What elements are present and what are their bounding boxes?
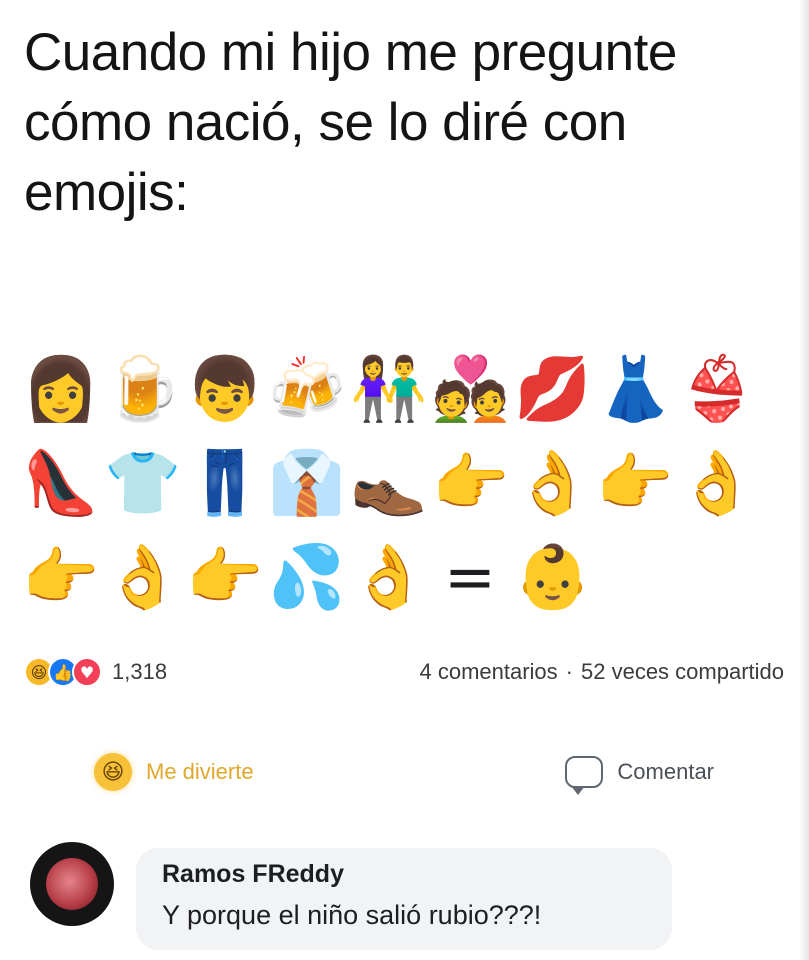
pointing-right-emoji: 👉 bbox=[186, 540, 264, 613]
action-bar: 😆 Me divierte Comentar bbox=[24, 742, 784, 802]
post-stats: 4 comentarios · 52 veces compartido bbox=[419, 659, 784, 685]
pointing-right-emoji: 👉 bbox=[22, 540, 100, 613]
window-edge bbox=[799, 0, 809, 960]
blond-baby-emoji: 👶 bbox=[514, 540, 592, 613]
ok-hand-emoji: 👌 bbox=[104, 540, 182, 613]
comment-button[interactable]: Comentar bbox=[495, 756, 784, 795]
post-title: Cuando mi hijo me pregunte cómo nació, s… bbox=[24, 23, 677, 222]
jeans-emoji: 👖 bbox=[186, 446, 264, 519]
couple-emoji: 👫 bbox=[350, 352, 428, 425]
haha-icon: 😆 bbox=[94, 753, 132, 791]
necktie-emoji: 👔 bbox=[268, 446, 346, 519]
ok-hand-emoji: 👌 bbox=[350, 540, 428, 613]
emoji-row-3: 👉 👌 👉 💦 👌 = 👶 bbox=[22, 530, 792, 624]
clinking-beers-emoji: 🍻 bbox=[268, 352, 346, 425]
tshirt-emoji: 👕 bbox=[104, 446, 182, 519]
emoji-row-2: 👠 👕 👖 👔 👞 👉 👌 👉 👌 bbox=[22, 436, 792, 530]
avatar[interactable] bbox=[30, 842, 114, 926]
ok-hand-emoji: 👌 bbox=[678, 446, 756, 519]
ok-hand-emoji: 👌 bbox=[514, 446, 592, 519]
high-heel-emoji: 👠 bbox=[22, 446, 100, 519]
haha-reaction-button[interactable]: 😆 Me divierte bbox=[24, 753, 324, 791]
equals-sign: = bbox=[444, 540, 496, 613]
comment-label: Comentar bbox=[617, 759, 714, 784]
emoji-row-1: 👩 🍺 👦 🍻 👫 💑 💋 👗 👙 bbox=[22, 342, 792, 436]
love-reaction-icon: ♥ bbox=[72, 657, 102, 687]
dress-emoji: 👗 bbox=[596, 352, 674, 425]
kiss-lips-emoji: 💋 bbox=[514, 352, 592, 425]
beer-mug-emoji: 🍺 bbox=[104, 352, 182, 425]
bikini-emoji: 👙 bbox=[678, 352, 756, 425]
reaction-icons[interactable]: 😆 👍 ♥ bbox=[24, 657, 102, 687]
boy-emoji: 👦 bbox=[186, 352, 264, 425]
emoji-story: 👩 🍺 👦 🍻 👫 💑 💋 👗 👙 👠 👕 👖 👔 👞 👉 👌 👉 👌 👉 👌 👉 💦 👌 = 👶 bbox=[22, 342, 792, 624]
reactions-bar: 😆 👍 ♥ 1,318 4 comentarios · 52 veces com… bbox=[24, 650, 784, 694]
comment-text: Y porque el niño salió rubio???! bbox=[162, 900, 542, 930]
stats-separator: · bbox=[565, 659, 573, 684]
pointing-right-emoji: 👉 bbox=[596, 446, 674, 519]
comment-bubble: Ramos FReddy Y porque el niño salió rubi… bbox=[136, 848, 672, 950]
shoes-emoji: 👞 bbox=[350, 446, 428, 519]
avatar-image bbox=[46, 858, 98, 910]
comment-item: Ramos FReddy Y porque el niño salió rubi… bbox=[24, 830, 784, 950]
pointing-right-emoji: 👉 bbox=[432, 446, 510, 519]
comment-bubble-icon bbox=[565, 756, 604, 795]
woman-emoji: 👩 bbox=[22, 352, 100, 425]
reaction-count[interactable]: 1,318 bbox=[112, 659, 167, 685]
share-count-link[interactable]: 52 veces compartido bbox=[581, 659, 784, 685]
comment-count-link[interactable]: 4 comentarios bbox=[419, 659, 557, 685]
sweat-droplets-emoji: 💦 bbox=[268, 540, 346, 613]
couple-with-heart-emoji: 💑 bbox=[432, 352, 510, 425]
comment-author[interactable]: Ramos FReddy bbox=[162, 860, 344, 889]
haha-label: Me divierte bbox=[146, 759, 254, 784]
